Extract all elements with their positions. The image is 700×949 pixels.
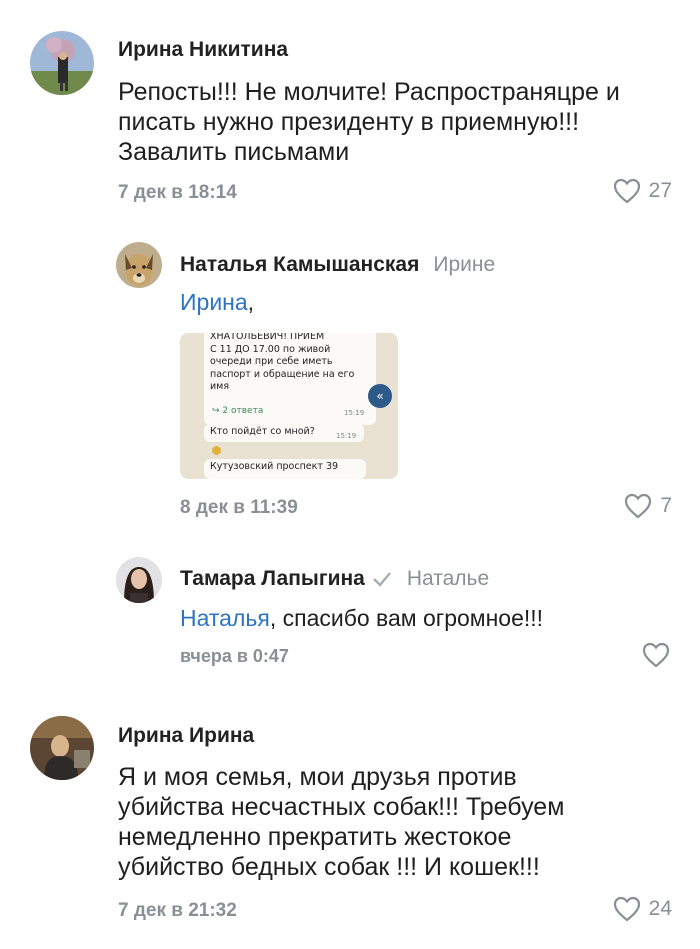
like-count: 24 xyxy=(648,897,672,920)
comment-date[interactable]: вчера в 0:47 xyxy=(180,646,289,667)
message-time: 15:19 xyxy=(344,409,365,417)
heart-icon xyxy=(625,493,652,519)
like-button[interactable]: 27 xyxy=(613,178,672,204)
checkmark-icon xyxy=(372,572,391,588)
mention-suffix: , xyxy=(247,289,255,315)
author-name: Тамара Лапыгина Наталье xyxy=(180,567,489,591)
comment-line: Я и моя семья, мои друзья против xyxy=(118,763,517,791)
author-link[interactable]: Тамара Лапыгина xyxy=(180,567,365,590)
comment-text: Репосты!!! Не молчите! Распространяцре и… xyxy=(118,77,688,167)
message-line: Кто пойдёт со мной? xyxy=(210,426,315,437)
comment-line: убийство бедных собак !!! И кошек!!! xyxy=(118,853,540,881)
like-button[interactable] xyxy=(642,642,670,668)
comment-text: Ирина, xyxy=(180,288,254,316)
like-button[interactable]: 7 xyxy=(624,493,672,519)
comment-line: убийства несчастных собак!!! Требуем xyxy=(118,793,565,821)
author-link[interactable]: Наталья Камышанская xyxy=(180,253,419,276)
message-line: С 11 ДО 17.00 по живой xyxy=(210,343,331,355)
comment-date[interactable]: 7 дек в 18:14 xyxy=(118,182,237,204)
message-line: ХНАТОЛЬЕВИЧ! ПРИЕМ xyxy=(210,333,325,342)
like-count: 7 xyxy=(660,494,672,517)
author-name[interactable]: Ирина Ирина xyxy=(118,724,254,748)
like-count: 27 xyxy=(648,179,672,202)
message-time: 15:19 xyxy=(336,432,357,440)
emoji-icon xyxy=(212,446,221,455)
comment-line: немедленно прекратить жестокое xyxy=(118,823,512,851)
scroll-down-button: « xyxy=(368,384,392,408)
heart-icon xyxy=(613,178,640,204)
comment-line: Завалить письмами xyxy=(118,138,350,166)
mention-link[interactable]: Ирина xyxy=(180,289,248,315)
heart-icon xyxy=(613,896,640,922)
comment-line: Репосты!!! Не молчите! Распространяцре и xyxy=(118,78,620,106)
comment-text: Я и моя семья, мои друзья против убийств… xyxy=(118,762,688,882)
comment-date[interactable]: 8 дек в 11:39 xyxy=(180,497,298,519)
mention-link[interactable]: Наталья xyxy=(180,605,270,631)
message-bubble: Кутузовский проспект 39 xyxy=(204,459,366,479)
message-line: Кутузовский проспект 39 xyxy=(210,461,339,472)
message-line: имя xyxy=(210,381,230,392)
reply-to[interactable]: Наталье xyxy=(407,567,489,590)
avatar[interactable] xyxy=(30,716,94,780)
message-line: паспорт и обращение на его xyxy=(210,368,355,380)
comment-text-rest: , спасибо вам огромное!!! xyxy=(269,605,544,631)
avatar[interactable] xyxy=(116,242,162,288)
message-line: очереди при себе иметь xyxy=(210,356,333,367)
like-button[interactable]: 24 xyxy=(613,896,672,922)
author-name: Наталья Камышанская Ирине xyxy=(180,253,495,277)
attached-screenshot[interactable]: ХНАТОЛЬЕВИЧ! ПРИЕМ С 11 ДО 17.00 по живо… xyxy=(180,333,398,479)
avatar[interactable] xyxy=(30,31,94,95)
comment-date[interactable]: 7 дек в 21:32 xyxy=(118,900,237,922)
replies-count: ↪ 2 ответа xyxy=(212,406,264,416)
comment-line: писать нужно президенту в приемную!!! xyxy=(118,108,580,136)
author-name[interactable]: Ирина Никитина xyxy=(118,38,288,62)
comment-text: Наталья, спасибо вам огромное!!! xyxy=(180,604,543,632)
heart-icon xyxy=(642,642,670,668)
avatar[interactable] xyxy=(116,557,162,603)
reply-to[interactable]: Ирине xyxy=(433,253,495,276)
